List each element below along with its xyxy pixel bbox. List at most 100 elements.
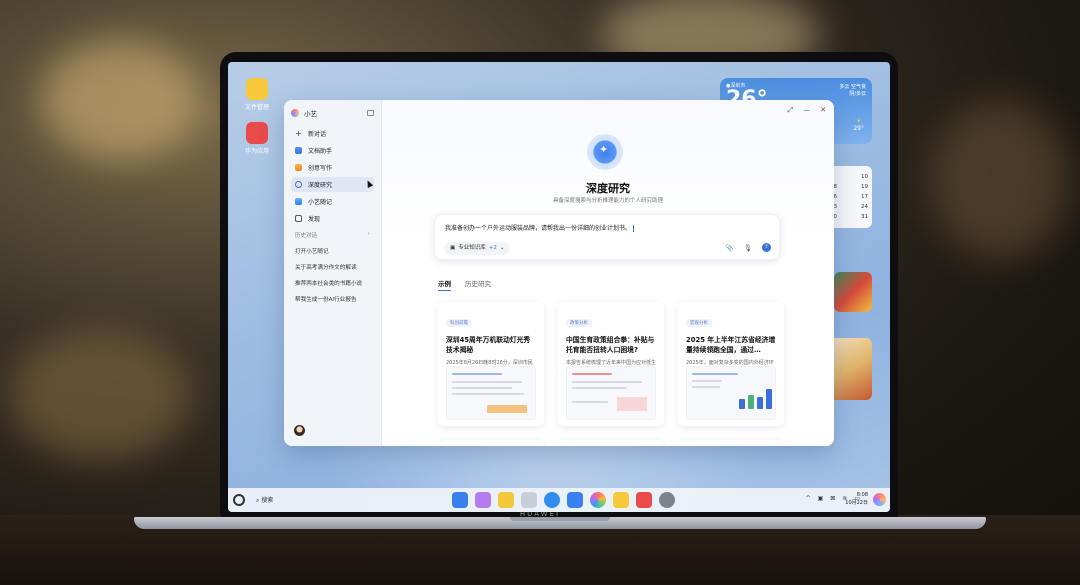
clock-date: 10月22日 [845, 500, 868, 506]
document-icon [295, 147, 302, 154]
photo-widget[interactable] [834, 272, 872, 312]
calendar-day: 19 [861, 184, 868, 190]
prompt-input-text[interactable]: 我准备创办一个户外运动服装品牌，请帮我出一份详细的创业计划书。 [445, 223, 634, 232]
sidebar-item-deep-research[interactable]: 深度研究 [291, 177, 374, 192]
taskbar: ⌕ 搜索 ^ ▣ ⊠ ≋ ▭ 8:08 10月22日 [228, 488, 890, 512]
sidebar-item-new-chat[interactable]: + 新对话 [291, 126, 374, 141]
history-item[interactable]: 推荐两本社会类的书籍小说 [291, 276, 374, 292]
calendar-day: 24 [861, 204, 868, 210]
photos-icon[interactable] [590, 492, 606, 508]
discover-icon [295, 215, 302, 222]
start-grid-icon[interactable] [452, 492, 468, 508]
history-item[interactable]: 打开小艺随记 [291, 244, 374, 260]
history-section-header[interactable]: 历史对话 › [295, 231, 370, 239]
page-subtitle: 具备深度搜索与分析推理能力的个人研究助理 [552, 198, 663, 204]
card-tag: 宏观分析 [686, 319, 712, 327]
note-icon [295, 198, 302, 205]
xiaoyi-start-icon[interactable] [233, 494, 245, 506]
calendar-day: 17 [861, 194, 868, 200]
card-peek [438, 440, 544, 446]
weather-forecast: ☀ 29° [853, 118, 864, 132]
tab-history-research[interactable]: 历史研究 [465, 278, 491, 291]
taskbar-search[interactable]: ⌕ 搜索 [256, 495, 273, 505]
screen: 文件管理 华为应用 ●深圳市 26° 多云 空气良 阴/多云 ☀ 29° 910… [228, 62, 890, 512]
example-card[interactable]: 宏观分析 2025 年上半年江苏省经济增量持续领跑全国，通过… 2025年，面对… [678, 302, 784, 426]
desktop-icon-files[interactable]: 文件管理 [237, 78, 277, 111]
calendar-day: 10 [861, 174, 868, 180]
attach-icon[interactable]: 📎 [726, 244, 734, 252]
history-item[interactable]: 关于高考满分作文的解读 [291, 260, 374, 276]
xiaoyi-assistant-icon[interactable] [873, 493, 886, 506]
card-peek [558, 440, 664, 446]
history-item[interactable]: 帮我生成一份AI行业报告 [291, 292, 374, 308]
tray-expand-icon[interactable]: ^ [806, 495, 811, 502]
input-tools: 📎 🎙 ↑ [726, 243, 771, 252]
sidebar-item-notes[interactable]: 小艺随记 [291, 194, 374, 209]
plus-icon: + [295, 129, 302, 138]
card-title: 中国生育政策组合拳：补贴与托育能否扭转人口困境? [566, 336, 655, 354]
example-card[interactable]: 政策分析 中国生育政策组合拳：补贴与托育能否扭转人口困境? 本报告系统梳理了近年… [558, 302, 664, 426]
sidebar-item-label: 深度研究 [308, 182, 333, 189]
trash-icon[interactable] [521, 492, 537, 508]
taskbar-apps [452, 492, 675, 508]
gallery-icon[interactable] [475, 492, 491, 508]
history-label: 历史对话 [295, 233, 318, 239]
card-title: 2025 年上半年江苏省经济增量持续领跑全国，通过… [686, 336, 776, 354]
avatar[interactable] [294, 425, 305, 436]
sidebar-item-doc-assistant[interactable]: 文档助手 [291, 143, 374, 158]
tray-keyboard-icon[interactable]: ⊠ [830, 495, 835, 502]
settings-icon[interactable] [659, 492, 675, 508]
knowledge-base-icon: ▣ [450, 245, 456, 251]
mail-icon[interactable] [567, 492, 583, 508]
clock-time: 8:08 [856, 492, 868, 498]
sidebar-item-discover[interactable]: 发现 [291, 211, 374, 226]
expand-icon[interactable]: ⤢ [788, 106, 794, 115]
chevron-right-icon: › [367, 231, 370, 237]
desktop-icon-appgallery[interactable]: 华为应用 [237, 122, 277, 155]
card-tag: 科创前瞻 [446, 319, 472, 327]
knowledge-base-label: 专业知识库 [458, 245, 486, 251]
sun-icon: ☀ [855, 118, 862, 125]
desktop-icon-label: 华为应用 [244, 148, 269, 155]
pen-icon [295, 164, 302, 171]
minimize-icon[interactable]: — [803, 106, 810, 115]
research-icon [295, 181, 302, 188]
knowledge-base-count: +2 [488, 245, 497, 251]
sidebar: 小艺 + 新对话 文档助手 创意写作 深度研究 小艺随记 发现 历史对话 › 打… [284, 100, 382, 446]
tab-examples[interactable]: 示例 [438, 278, 451, 291]
sidebar-header: 小艺 [291, 106, 374, 120]
sidebar-item-creative-writing[interactable]: 创意写作 [291, 160, 374, 175]
example-card[interactable]: 科创前瞻 深圳45周年万机联动灯光秀技术揭秘 2025年8月26日晚8时26分，… [438, 302, 544, 426]
bokeh-light [930, 100, 1070, 260]
tab-bar: 示例 历史研究 [438, 278, 491, 291]
app-name: 小艺 [304, 110, 317, 118]
notes-icon[interactable] [498, 492, 514, 508]
clock[interactable]: 8:08 10月22日 [845, 491, 868, 507]
bokeh-light [40, 40, 200, 160]
microphone-icon[interactable]: 🎙 [744, 244, 752, 252]
gallery-widget[interactable] [830, 338, 872, 400]
sidebar-toggle-icon[interactable] [367, 110, 374, 116]
sidebar-item-label: 新对话 [308, 131, 327, 138]
desktop-icon-label: 文件管理 [244, 104, 269, 111]
card-thumbnail [566, 366, 656, 420]
window-controls: ⤢ — ✕ [788, 106, 826, 115]
taskbar-search-label: 搜索 [261, 497, 274, 504]
sidebar-item-label: 创意写作 [308, 165, 333, 172]
close-icon[interactable]: ✕ [820, 106, 826, 115]
calendar-day: 31 [861, 214, 868, 220]
main-panel: ⤢ — ✕ 深度研究 具备深度搜索与分析推理能力的个人研究助理 我准备创办一个户… [382, 100, 834, 446]
tray-app-icon[interactable]: ▣ [818, 495, 824, 502]
knowledge-base-chip[interactable]: ▣ 专业知识库 +2 ⌄ [444, 242, 511, 255]
send-button[interactable]: ↑ [762, 243, 771, 252]
files-icon[interactable] [613, 492, 629, 508]
bokeh-light [10, 330, 190, 460]
appstore-icon[interactable] [636, 492, 652, 508]
card-title: 深圳45周年万机联动灯光秀技术揭秘 [446, 336, 531, 354]
forecast-temp: 29° [853, 125, 864, 132]
sidebar-item-label: 发现 [308, 216, 321, 223]
prompt-input[interactable]: 我准备创办一个户外运动服装品牌，请帮我出一份详细的创业计划书。 ▣ 专业知识库 … [434, 214, 780, 260]
browser-icon[interactable] [544, 492, 560, 508]
weather-side: 多云 空气良 阴/多云 [839, 84, 866, 98]
card-thumbnail [446, 366, 536, 420]
